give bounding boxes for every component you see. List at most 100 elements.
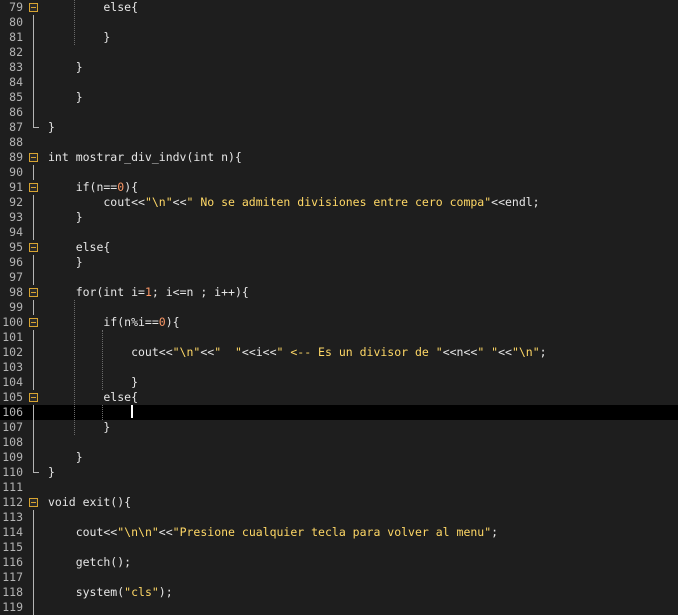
code-text: if(n==0){	[48, 180, 138, 195]
fold-toggle-icon[interactable]	[29, 393, 38, 402]
code-token: }	[48, 450, 83, 464]
code-line[interactable]: 97	[0, 270, 678, 285]
code-line[interactable]: 99	[0, 300, 678, 315]
string-literal: " <-- Es un divisor de "	[276, 345, 443, 359]
line-number: 104	[2, 375, 23, 389]
line-number: 86	[9, 105, 23, 119]
code-line[interactable]: 89 int mostrar_div_indv(int n){	[0, 150, 678, 165]
code-token: <<n<<	[442, 345, 478, 359]
line-number: 105	[2, 390, 23, 404]
code-line[interactable]: 83 }	[0, 60, 678, 75]
fold-guide-line	[33, 225, 34, 240]
code-line[interactable]: 109 }	[0, 450, 678, 465]
line-number: 84	[9, 75, 23, 89]
indent-guide	[74, 0, 75, 45]
code-line[interactable]: 105 else{	[0, 390, 678, 405]
fold-toggle-icon[interactable]	[29, 153, 38, 162]
fold-guide-line	[33, 375, 34, 390]
code-line[interactable]: 90	[0, 165, 678, 180]
code-line[interactable]: 85 }	[0, 90, 678, 105]
fold-toggle-icon[interactable]	[29, 318, 38, 327]
code-token: <<	[172, 195, 187, 209]
fold-toggle-icon[interactable]	[29, 183, 38, 192]
fold-guide-line	[33, 255, 34, 270]
code-line[interactable]: 118 system("cls");	[0, 585, 678, 600]
code-token: ){	[124, 180, 139, 194]
code-token: cout<<	[48, 345, 173, 359]
code-line[interactable]: 112 void exit(){	[0, 495, 678, 510]
fold-toggle-icon[interactable]	[29, 498, 38, 507]
code-line[interactable]: 82	[0, 45, 678, 60]
code-line[interactable]: 113	[0, 510, 678, 525]
code-text: }	[48, 60, 83, 75]
fold-toggle-icon[interactable]	[29, 243, 38, 252]
string-literal: "\n"	[511, 345, 540, 359]
fold-guide-line	[33, 555, 34, 570]
line-number: 109	[2, 450, 23, 464]
code-text: }	[48, 255, 83, 270]
code-line[interactable]: 117	[0, 570, 678, 585]
code-text: }	[48, 120, 55, 135]
line-number: 115	[2, 540, 23, 554]
code-token: }	[48, 255, 83, 269]
code-line[interactable]: 98 for(int i=1; i<=n ; i++){	[0, 285, 678, 300]
code-line[interactable]: 119	[0, 600, 678, 615]
code-line[interactable]: 107 }	[0, 420, 678, 435]
code-text: cout<<"\n\n"<<"Presione cualquier tecla …	[48, 525, 498, 540]
code-text: for(int i=1; i<=n ; i++){	[48, 285, 249, 300]
line-number: 113	[2, 510, 23, 524]
code-line[interactable]: 110}	[0, 465, 678, 480]
code-line[interactable]: 111	[0, 480, 678, 495]
line-number: 118	[2, 585, 23, 599]
code-token: <<i<<	[241, 345, 277, 359]
code-line[interactable]: 79 else{	[0, 0, 678, 15]
code-token: else{	[48, 390, 139, 404]
code-line[interactable]: 80	[0, 15, 678, 30]
line-number: 112	[2, 495, 23, 509]
code-line[interactable]: 92 cout<<"\n"<<" No se admiten divisione…	[0, 195, 678, 210]
fold-guide-line	[33, 405, 34, 420]
code-text: getch();	[48, 555, 131, 570]
line-number: 85	[9, 90, 23, 104]
code-token: );	[158, 585, 173, 599]
code-line[interactable]: 108	[0, 435, 678, 450]
fold-guide-line	[33, 165, 34, 180]
code-line[interactable]: 94	[0, 225, 678, 240]
code-token: cout<<	[48, 195, 145, 209]
line-number: 91	[9, 180, 23, 194]
fold-end-marker	[33, 120, 39, 128]
code-text: cout<<"\n"<<" No se admiten divisiones e…	[48, 195, 539, 210]
code-line[interactable]: 114 cout<<"\n\n"<<"Presione cualquier te…	[0, 525, 678, 540]
fold-guide-line	[33, 270, 34, 285]
code-token: if(n%i==	[48, 315, 159, 329]
string-literal: "\n"	[144, 195, 173, 209]
code-token: ; i<=n ; i++){	[151, 285, 249, 299]
fold-guide-line	[33, 510, 34, 525]
fold-toggle-icon[interactable]	[29, 288, 38, 297]
code-line[interactable]: 91 if(n==0){	[0, 180, 678, 195]
code-line[interactable]: 95 else{	[0, 240, 678, 255]
code-token: cout<<	[48, 525, 118, 539]
line-number: 90	[9, 165, 23, 179]
fold-toggle-icon[interactable]	[29, 3, 38, 12]
code-line[interactable]: 116 getch();	[0, 555, 678, 570]
code-text: }	[48, 90, 83, 105]
line-number: 106	[2, 405, 23, 419]
code-editor[interactable]: 79 else{80 81 } 82 83 } 84 85 } 86 87} 88 89 int m…	[0, 0, 678, 615]
code-line[interactable]: 100 if(n%i==0){	[0, 315, 678, 330]
code-line[interactable]: 96 }	[0, 255, 678, 270]
code-line[interactable]: 93 }	[0, 210, 678, 225]
code-line[interactable]: 81 }	[0, 30, 678, 45]
code-line[interactable]: 84	[0, 75, 678, 90]
code-line[interactable]: 86	[0, 105, 678, 120]
code-line[interactable]: 87}	[0, 120, 678, 135]
code-line[interactable]: 88	[0, 135, 678, 150]
line-number: 107	[2, 420, 23, 434]
line-number: 81	[9, 30, 23, 44]
line-number: 114	[2, 525, 23, 539]
string-literal: " "	[214, 345, 242, 359]
fold-guide-line	[33, 15, 34, 30]
code-line[interactable]: 115	[0, 540, 678, 555]
line-number: 103	[2, 360, 23, 374]
line-number: 116	[2, 555, 23, 569]
